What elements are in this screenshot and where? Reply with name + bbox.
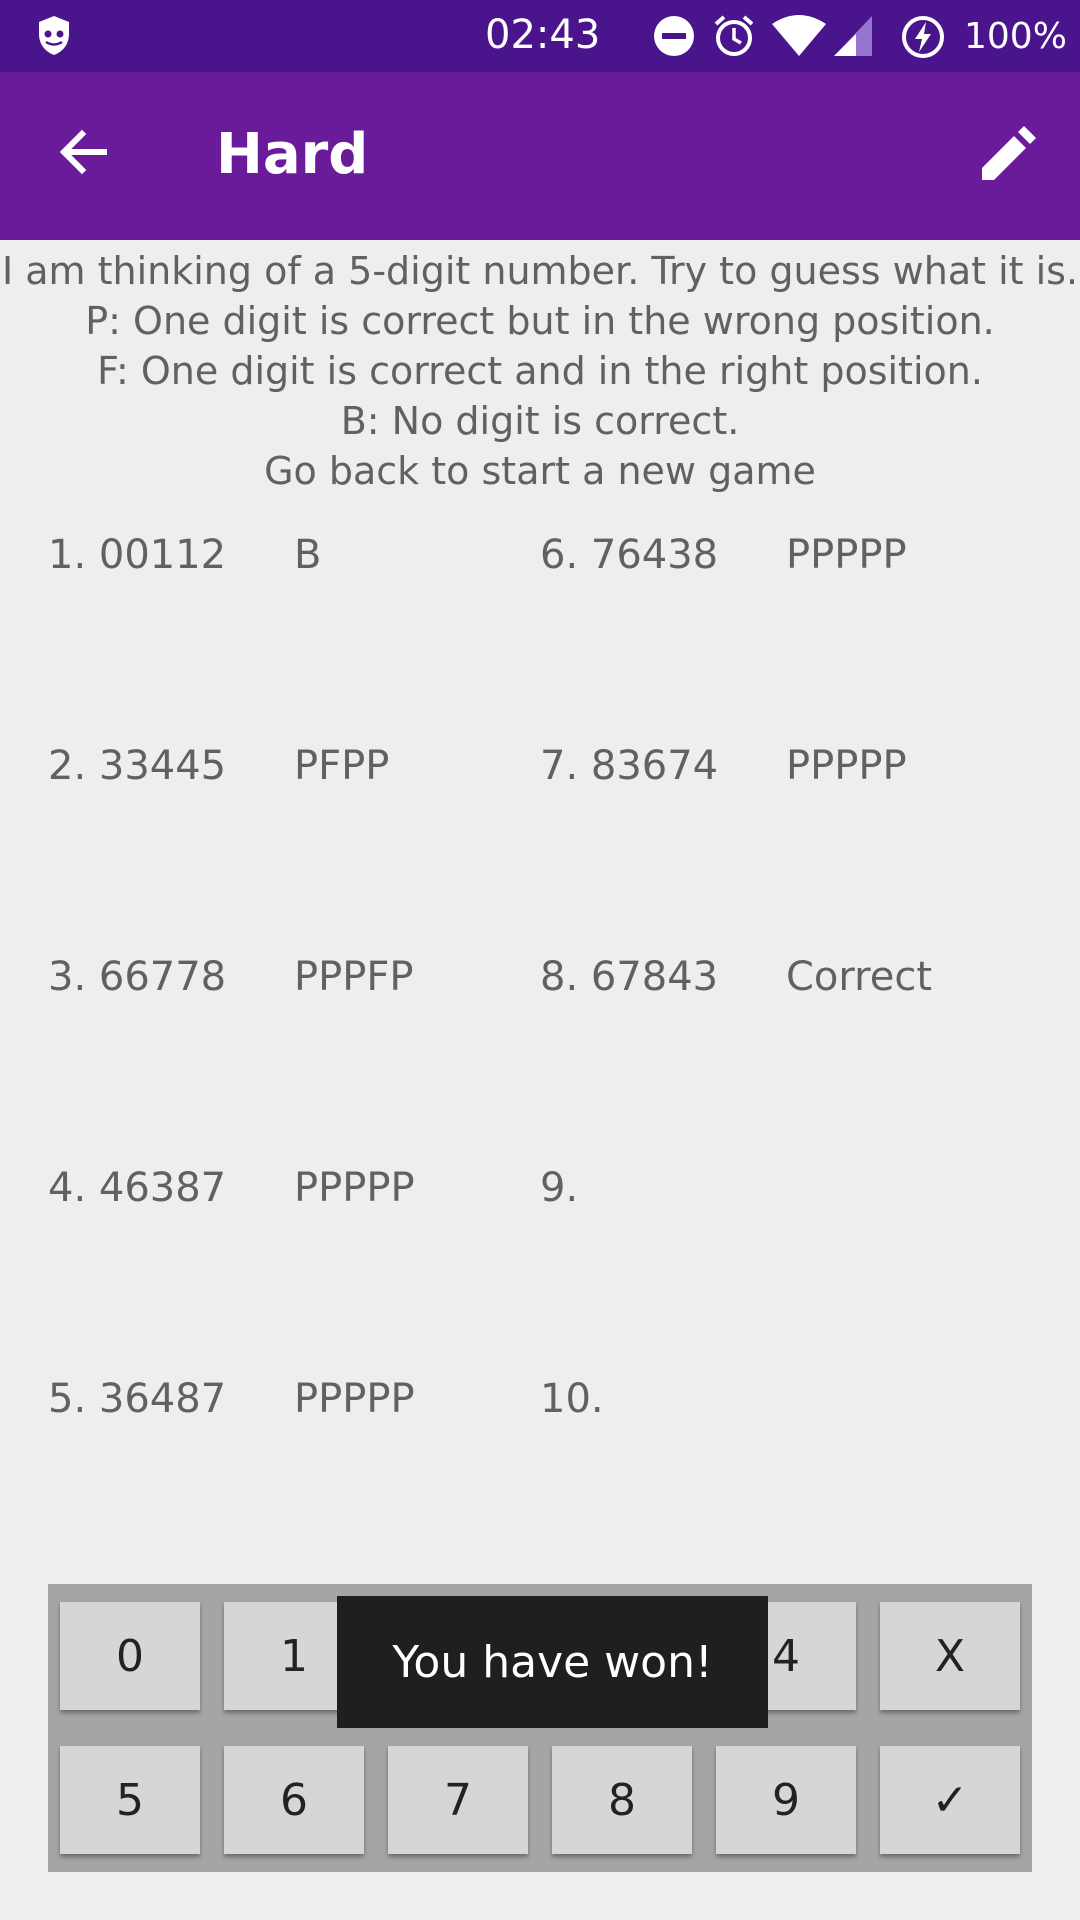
guess-result: PPPPP xyxy=(786,532,907,578)
clock-time: 02:43 xyxy=(485,12,601,58)
submit-key[interactable]: ✓ xyxy=(880,1746,1020,1854)
guess-label: 3. 66778 xyxy=(48,954,227,1000)
guess-label: 6. 76438 xyxy=(540,532,719,578)
key-0[interactable]: 0 xyxy=(60,1602,200,1710)
instructions: I am thinking of a 5-digit number. Try t… xyxy=(0,246,1080,496)
signal-icon xyxy=(834,16,872,56)
alarm-icon xyxy=(714,15,754,56)
do-not-disturb-icon xyxy=(654,16,694,56)
arrow-back-icon[interactable] xyxy=(56,124,112,180)
toast-message: You have won! xyxy=(337,1596,768,1728)
guess-label: 9. xyxy=(540,1165,579,1211)
guess-label: 10. xyxy=(540,1376,604,1422)
clear-key[interactable]: X xyxy=(880,1602,1020,1710)
page-title: Hard xyxy=(216,122,369,187)
wifi-icon xyxy=(772,15,826,56)
key-9[interactable]: 9 xyxy=(716,1746,856,1854)
app-bar: Hard xyxy=(0,72,1080,240)
guess-label: 7. 83674 xyxy=(540,743,719,789)
instruction-line: P: One digit is correct but in the wrong… xyxy=(85,299,995,343)
key-5[interactable]: 5 xyxy=(60,1746,200,1854)
shield-icon xyxy=(39,16,69,55)
guess-result: PFPP xyxy=(294,743,390,789)
guess-result: PPPFP xyxy=(294,954,414,1000)
guess-label: 2. 33445 xyxy=(48,743,227,789)
battery-level: 100% xyxy=(964,16,1067,57)
status-bar: 02:43 100% xyxy=(0,0,1080,72)
battery-charging-icon xyxy=(902,16,944,58)
guess-result: PPPPP xyxy=(294,1376,415,1422)
guess-result: B xyxy=(294,532,322,578)
guess-label: 1. 00112 xyxy=(48,532,227,578)
pencil-icon[interactable] xyxy=(978,124,1038,184)
key-7[interactable]: 7 xyxy=(388,1746,528,1854)
guess-result: PPPPP xyxy=(294,1165,415,1211)
guess-label: 8. 67843 xyxy=(540,954,719,1000)
guess-label: 5. 36487 xyxy=(48,1376,227,1422)
instruction-line: F: One digit is correct and in the right… xyxy=(97,349,983,393)
instruction-line: Go back to start a new game xyxy=(264,449,816,493)
guess-label: 4. 46387 xyxy=(48,1165,227,1211)
guess-result: PPPPP xyxy=(786,743,907,789)
guess-result: Correct xyxy=(786,954,932,1000)
key-8[interactable]: 8 xyxy=(552,1746,692,1854)
instruction-line: B: No digit is correct. xyxy=(340,399,740,443)
instruction-line: I am thinking of a 5-digit number. Try t… xyxy=(1,249,1079,293)
key-6[interactable]: 6 xyxy=(224,1746,364,1854)
